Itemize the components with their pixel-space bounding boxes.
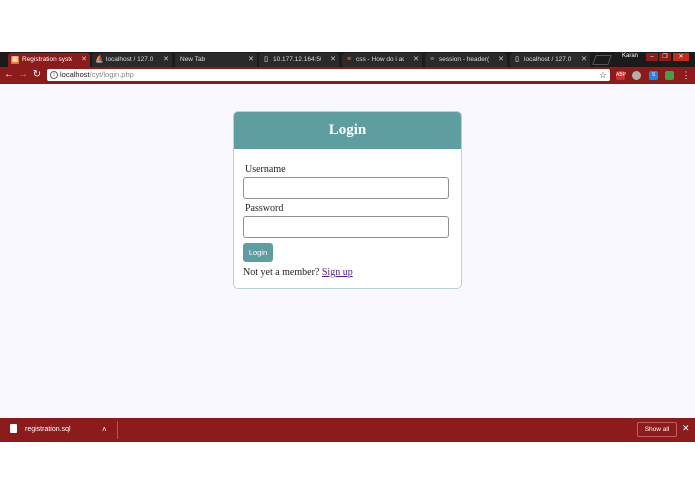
close-icon[interactable]: ✕ xyxy=(581,53,587,66)
tab-localhost-phpmyadmin[interactable]: ⛵ localhost / 127.0.0.1 ✕ xyxy=(92,53,172,67)
tab-label: New Tab xyxy=(180,56,206,63)
phpmyadmin-icon: ⛵ xyxy=(95,56,104,63)
new-tab-button[interactable] xyxy=(592,55,612,65)
tab-label: css - How do i add xyxy=(356,56,404,63)
signup-link[interactable]: Sign up xyxy=(322,267,353,278)
show-all-button[interactable]: Show all xyxy=(637,422,677,437)
username-input[interactable] xyxy=(243,177,449,199)
tab-label: localhost / 127.0.0.1 xyxy=(106,56,154,63)
address-host: localhost xyxy=(60,70,90,79)
reload-icon[interactable]: ↻ xyxy=(31,69,43,81)
close-icon[interactable]: ✕ xyxy=(248,53,254,66)
close-icon[interactable]: ✕ xyxy=(163,53,169,66)
close-icon[interactable]: ✕ xyxy=(682,423,690,434)
chevron-up-icon[interactable]: ˅ xyxy=(102,424,107,433)
window-close-icon[interactable]: ✕ xyxy=(673,53,689,61)
password-input[interactable] xyxy=(243,216,449,238)
tab-label: session - header("lo xyxy=(439,56,489,63)
green-extension-icon[interactable] xyxy=(665,71,674,80)
tab-stackoverflow-css[interactable]: ≡ css - How do i add ✕ xyxy=(342,53,422,67)
password-label: Password xyxy=(245,203,284,214)
back-arrow-icon[interactable]: ← xyxy=(3,69,15,81)
adblock-icon[interactable]: ABP xyxy=(616,71,626,80)
bookmark-star-icon[interactable]: ☆ xyxy=(599,69,607,81)
login-button[interactable]: Login xyxy=(243,243,273,262)
cloud-icon[interactable] xyxy=(632,71,641,80)
tab-label: 10.177.12.164:5000 xyxy=(273,56,321,63)
page-icon: ▯ xyxy=(515,56,519,63)
download-file-name[interactable]: registration.sql xyxy=(25,426,71,433)
restore-icon[interactable]: ❐ xyxy=(659,53,671,61)
username-label: Username xyxy=(245,164,286,175)
tab-label: Registration system xyxy=(22,56,72,63)
letterbox-top xyxy=(0,0,695,52)
signup-prompt: Not yet a member? xyxy=(243,267,320,278)
tab-ip-address[interactable]: ▯ 10.177.12.164:5000 ✕ xyxy=(259,53,339,67)
s-extension-icon[interactable]: S xyxy=(649,71,658,80)
tab-registration[interactable]: ▦ Registration system ✕ xyxy=(8,53,90,67)
tab-localhost-2[interactable]: ▯ localhost / 127.0.0. ✕ xyxy=(510,53,590,67)
file-icon xyxy=(10,424,17,433)
info-icon[interactable]: i xyxy=(50,71,58,79)
menu-kebab-icon[interactable]: ⋮ xyxy=(680,69,692,81)
address-bar[interactable]: i localhost/cyt/login.php ☆ xyxy=(47,69,610,81)
page-viewport: Login Username Password Login Not yet a … xyxy=(0,84,695,418)
tab-new-tab[interactable]: New Tab ✕ xyxy=(175,53,257,67)
signup-line: Not yet a member? Sign up xyxy=(243,267,353,278)
login-title: Login xyxy=(234,112,461,149)
tab-strip: ▦ Registration system ✕ ⛵ localhost / 12… xyxy=(0,52,695,67)
browser-toolbar: ← → ↻ i localhost/cyt/login.php ☆ ABP S … xyxy=(0,67,695,84)
forward-arrow-icon[interactable]: → xyxy=(17,69,29,81)
close-icon[interactable]: ✕ xyxy=(330,53,336,66)
download-shelf: registration.sql ˅ Show all ✕ xyxy=(0,418,695,442)
page-icon: ▯ xyxy=(264,56,268,63)
login-card: Login Username Password Login Not yet a … xyxy=(233,111,462,289)
tab-label: localhost / 127.0.0. xyxy=(524,56,572,63)
close-icon[interactable]: ✕ xyxy=(498,53,504,66)
divider xyxy=(117,421,118,439)
stackoverflow-icon: ≡ xyxy=(346,56,352,63)
stackoverflow-icon: ≡ xyxy=(429,56,435,63)
address-path: /cyt/login.php xyxy=(89,70,134,79)
minimize-icon[interactable]: – xyxy=(646,53,658,61)
tab-stackoverflow-session[interactable]: ≡ session - header("lo ✕ xyxy=(425,53,507,67)
html-icon: ▦ xyxy=(11,56,19,64)
profile-name[interactable]: Karan xyxy=(622,53,638,59)
close-icon[interactable]: ✕ xyxy=(413,53,419,66)
close-icon[interactable]: ✕ xyxy=(81,53,87,66)
letterbox-bottom xyxy=(0,442,695,494)
